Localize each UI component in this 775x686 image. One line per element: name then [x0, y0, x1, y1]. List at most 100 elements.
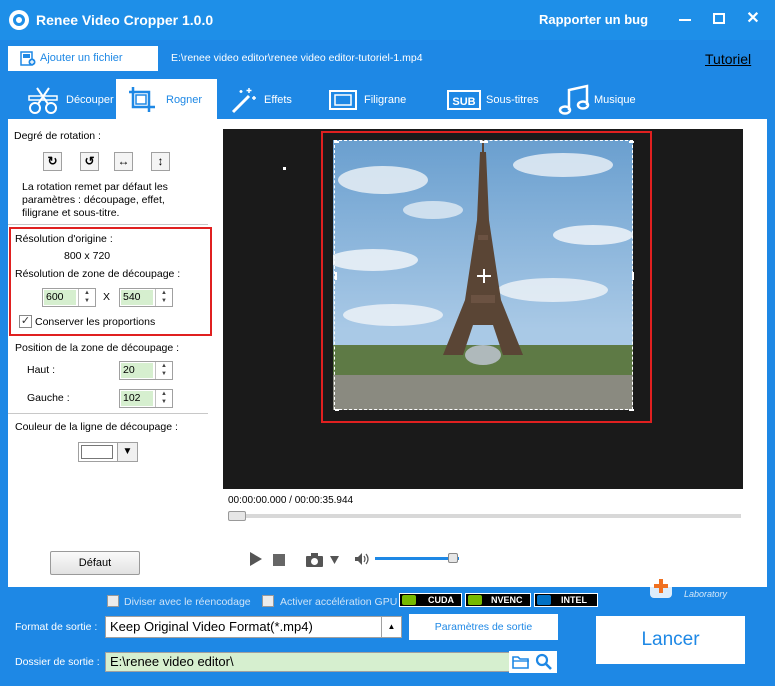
output-format-value: Keep Original Video Format(*.mp4) — [110, 619, 313, 634]
app-logo-icon — [9, 10, 29, 30]
crosshair-icon — [335, 141, 634, 411]
watermark-icon — [329, 90, 357, 110]
video-preview[interactable] — [223, 129, 743, 489]
split-reencode-checkbox[interactable] — [107, 595, 119, 607]
launch-button[interactable]: Lancer — [596, 616, 745, 664]
nvenc-badge-label: NVENC — [491, 595, 523, 605]
volume-icon[interactable] — [355, 553, 369, 565]
pixel-marker — [283, 167, 286, 170]
tab-label: Effets — [264, 94, 292, 106]
nvenc-badge: NVENC — [465, 593, 531, 607]
seek-handle[interactable] — [228, 511, 246, 521]
title-bar: Renee Video Cropper 1.0.0 Rapporter un b… — [0, 0, 775, 40]
default-button[interactable]: Défaut — [50, 551, 140, 575]
top-stepper[interactable]: 20 ▲ ▼ — [119, 361, 173, 380]
add-file-label: Ajouter un fichier — [40, 52, 123, 64]
tab-sous-titres[interactable]: SUB Sous-titres — [440, 79, 552, 119]
tab-label: Rogner — [166, 94, 203, 106]
add-file-icon — [20, 51, 36, 66]
cuda-badge-label: CUDA — [428, 595, 454, 605]
music-note-icon — [558, 84, 590, 115]
camera-options-icon[interactable] — [330, 556, 339, 564]
nvidia-icon — [402, 595, 416, 605]
tab-label: Sous-titres — [486, 94, 539, 106]
output-folder-actions — [509, 651, 557, 673]
intel-icon — [537, 595, 551, 605]
color-swatch — [81, 445, 113, 459]
top-label: Haut : — [27, 364, 56, 376]
crop-selection-box[interactable] — [334, 140, 634, 411]
magic-wand-icon — [231, 88, 256, 114]
add-file-button[interactable]: Ajouter un fichier — [8, 46, 158, 71]
resolution-highlight — [9, 227, 212, 336]
tab-decouper[interactable]: Découper — [8, 79, 116, 119]
stepper-arrows-icon[interactable]: ▲ ▼ — [155, 390, 172, 407]
tab-effets[interactable]: Effets — [217, 79, 322, 119]
split-reencode-label: Diviser avec le réencodage — [124, 596, 251, 608]
renee-logo-text: RENE.E — [684, 573, 725, 585]
rotation-label: Degré de rotation : — [14, 130, 101, 142]
left-value[interactable]: 102 — [121, 391, 153, 406]
volume-handle[interactable] — [448, 553, 459, 563]
seek-bar[interactable] — [228, 511, 741, 521]
left-stepper[interactable]: 102 ▲ ▼ — [119, 389, 173, 408]
tab-label: Découper — [66, 94, 114, 106]
play-icon[interactable] — [249, 551, 263, 567]
preview-panel: 00:00:00.000 / 00:00:35.944 — [216, 119, 767, 587]
rotate-right-icon[interactable]: ↻ — [43, 152, 62, 171]
tab-bar: Découper Rogner Effets Filigrane SUB Sou… — [8, 79, 768, 119]
gpu-accel-label: Activer accélération GPU — [280, 596, 398, 608]
nvidia-icon — [468, 595, 482, 605]
line-color-select[interactable]: ▼ — [78, 442, 138, 462]
folder-icon[interactable] — [512, 655, 530, 669]
output-folder-label: Dossier de sortie : — [15, 656, 100, 668]
volume-slider[interactable] — [375, 553, 459, 563]
tab-rogner[interactable]: Rogner — [116, 79, 217, 119]
tab-label: Musique — [594, 94, 636, 106]
rotation-note-line: filigrane et sous-titre. — [22, 207, 120, 219]
app-title: Renee Video Cropper 1.0.0 — [36, 12, 214, 28]
tab-filigrane[interactable]: Filigrane — [322, 79, 440, 119]
stepper-arrows-icon[interactable]: ▲ ▼ — [155, 362, 172, 379]
divider — [8, 224, 208, 225]
subtitle-icon: SUB — [447, 90, 481, 110]
intel-badge: INTEL — [534, 593, 598, 607]
left-label: Gauche : — [27, 392, 70, 404]
crop-position-label: Position de la zone de découpage : — [15, 342, 180, 354]
tab-label: Filigrane — [364, 94, 407, 106]
chevron-down-icon[interactable]: ▼ — [117, 443, 137, 461]
svg-text:SUB: SUB — [452, 96, 475, 108]
report-bug-link[interactable]: Rapporter un bug — [539, 12, 648, 27]
file-path: E:\renee video editor\renee video editor… — [171, 52, 423, 64]
cuda-badge: CUDA — [399, 593, 462, 607]
flip-vertical-icon[interactable]: ↕ — [151, 152, 170, 171]
maximize-icon[interactable] — [710, 10, 728, 28]
playback-time: 00:00:00.000 / 00:00:35.944 — [228, 495, 354, 506]
tab-musique[interactable]: Musique — [552, 79, 652, 119]
camera-icon[interactable] — [306, 553, 326, 567]
output-folder-input[interactable]: E:\renee video editor\ — [105, 652, 510, 672]
close-icon[interactable]: ✕ — [744, 10, 762, 28]
tutorial-link[interactable]: Tutoriel — [705, 51, 751, 67]
rotation-note-line: La rotation remet par défaut les — [22, 181, 168, 193]
output-format-label: Format de sortie : — [15, 621, 98, 633]
scissors-icon — [28, 87, 58, 114]
renee-logo-subtext: Laboratory — [684, 589, 728, 599]
output-format-select[interactable]: Keep Original Video Format(*.mp4) ▲ — [105, 616, 402, 638]
renee-logo: RENE.E Laboratory — [648, 571, 758, 603]
output-settings-button[interactable]: Paramètres de sortie — [409, 614, 558, 640]
minimize-icon[interactable] — [676, 10, 694, 28]
crop-settings-panel: Degré de rotation : ↻ ↺ ↔ ↕ La rotation … — [8, 119, 216, 587]
rotate-left-icon[interactable]: ↺ — [80, 152, 99, 171]
search-icon[interactable] — [535, 653, 553, 671]
flip-horizontal-icon[interactable]: ↔ — [114, 152, 133, 171]
top-value[interactable]: 20 — [121, 363, 153, 378]
intel-badge-label: INTEL — [561, 595, 587, 605]
crop-film-icon — [129, 87, 155, 112]
chevron-up-icon[interactable]: ▲ — [381, 617, 401, 637]
line-color-label: Couleur de la ligne de découpage : — [15, 421, 178, 433]
stop-icon[interactable] — [273, 554, 285, 566]
rotation-note-line: paramètres : découpage, effet, — [22, 194, 165, 206]
gpu-accel-checkbox[interactable] — [262, 595, 274, 607]
divider — [8, 413, 208, 414]
